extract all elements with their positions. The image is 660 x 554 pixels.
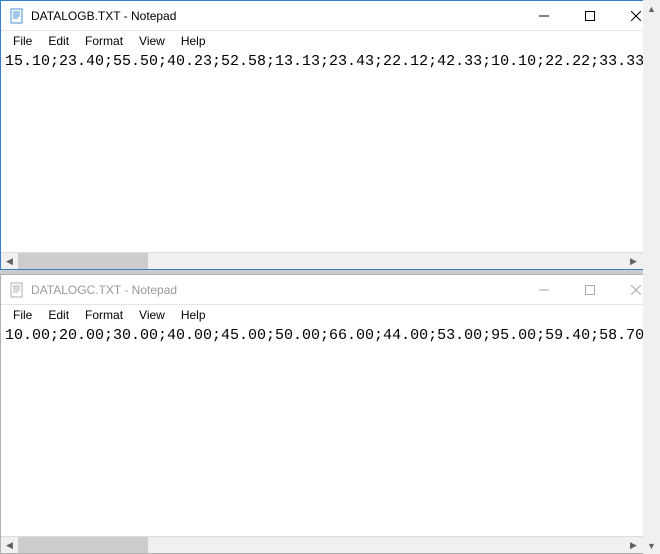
scroll-thumb[interactable] [18, 253, 148, 269]
text-content: 15.10;23.40;55.50;40.23;52.58;13.13;23.4… [1, 51, 659, 72]
horizontal-scrollbar[interactable]: ◀ ▶ [1, 252, 659, 269]
window-title: DATALOGB.TXT - Notepad [31, 9, 521, 23]
scroll-right-icon[interactable]: ▶ [625, 253, 642, 269]
menu-edit[interactable]: Edit [40, 32, 77, 50]
scroll-right-icon[interactable]: ▶ [625, 537, 642, 553]
titlebar[interactable]: DATALOGB.TXT - Notepad [1, 1, 659, 31]
scroll-thumb[interactable] [18, 537, 148, 553]
window-title: DATALOGC.TXT - Notepad [31, 283, 521, 297]
menu-format[interactable]: Format [77, 306, 131, 324]
notepad-icon [9, 8, 25, 24]
scroll-track-vertical[interactable] [643, 325, 659, 536]
menu-help[interactable]: Help [173, 32, 214, 50]
menu-file[interactable]: File [5, 306, 40, 324]
menubar: File Edit Format View Help [1, 31, 659, 51]
content-area: 15.10;23.40;55.50;40.23;52.58;13.13;23.4… [1, 51, 659, 252]
scroll-left-icon[interactable]: ◀ [1, 537, 18, 553]
window-controls [521, 275, 659, 304]
text-area[interactable]: 10.00;20.00;30.00;40.00;45.00;50.00;66.0… [1, 325, 659, 536]
minimize-button[interactable] [521, 1, 567, 30]
text-area[interactable]: 15.10;23.40;55.50;40.23;52.58;13.13;23.4… [1, 51, 659, 252]
menu-edit[interactable]: Edit [40, 306, 77, 324]
scroll-track-horizontal[interactable] [18, 253, 625, 269]
menu-view[interactable]: View [131, 306, 173, 324]
notepad-window-2: DATALOGC.TXT - Notepad File Edit Format … [0, 274, 660, 554]
notepad-window-1: DATALOGB.TXT - Notepad File Edit Format … [0, 0, 660, 270]
menu-help[interactable]: Help [173, 306, 214, 324]
maximize-button[interactable] [567, 275, 613, 304]
menu-view[interactable]: View [131, 32, 173, 50]
titlebar[interactable]: DATALOGC.TXT - Notepad [1, 275, 659, 305]
notepad-icon [9, 282, 25, 298]
text-content: 10.00;20.00;30.00;40.00;45.00;50.00;66.0… [1, 325, 659, 346]
menu-file[interactable]: File [5, 32, 40, 50]
scroll-track-horizontal[interactable] [18, 537, 625, 553]
minimize-button[interactable] [521, 275, 567, 304]
vertical-scrollbar[interactable]: ▲ ▼ [643, 325, 659, 536]
content-area: 10.00;20.00;30.00;40.00;45.00;50.00;66.0… [1, 325, 659, 536]
menubar: File Edit Format View Help [1, 305, 659, 325]
maximize-button[interactable] [567, 1, 613, 30]
window-controls [521, 1, 659, 30]
scroll-left-icon[interactable]: ◀ [1, 253, 18, 269]
menu-format[interactable]: Format [77, 32, 131, 50]
horizontal-scrollbar[interactable]: ◀ ▶ [1, 536, 659, 553]
